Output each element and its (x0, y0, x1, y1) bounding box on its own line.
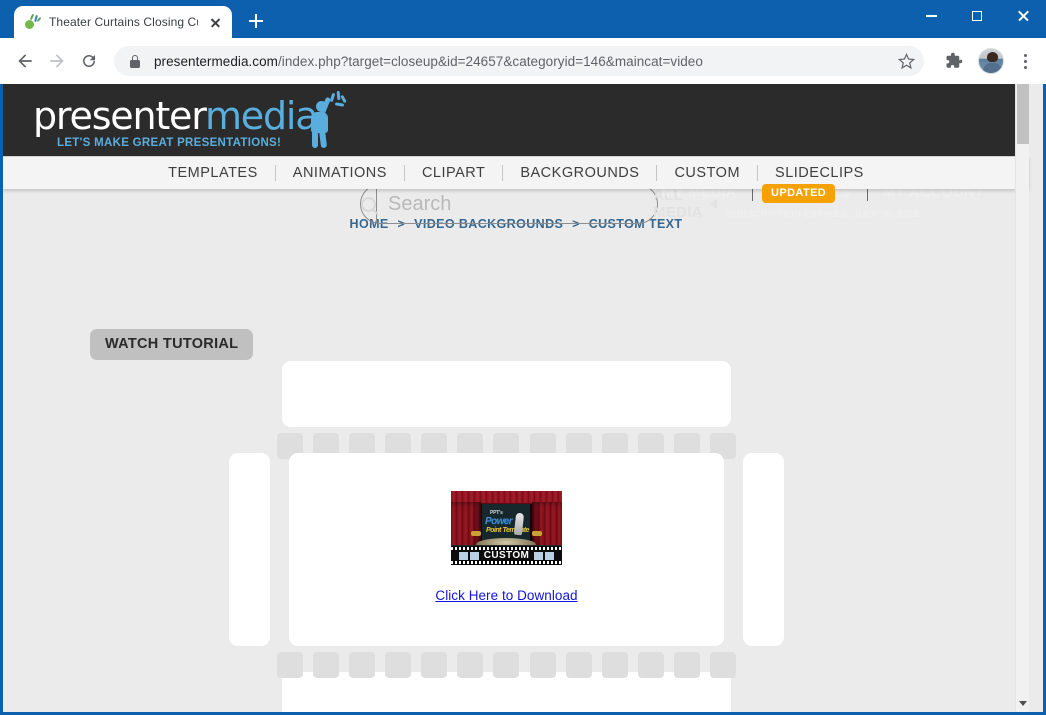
lock-icon (128, 54, 142, 68)
custom-badge-label: CUSTOM (483, 550, 530, 561)
filmstrip-container: PPT's Power Point Template CUSTOM Click … (229, 361, 784, 712)
filmstrip-panel-bottom (282, 672, 731, 712)
nav-item-backgrounds[interactable]: BACKGROUNDS (503, 165, 656, 181)
scrollbar-thumb[interactable] (1017, 84, 1029, 144)
download-panel: PPT's Power Point Template CUSTOM Click … (289, 453, 724, 646)
updated-badge: UPDATED (762, 184, 836, 203)
browser-tab[interactable]: Theater Curtains Closing Custom (14, 6, 232, 38)
tab-title: Theater Curtains Closing Custom (49, 15, 198, 29)
scroll-down-arrow-icon[interactable] (1016, 696, 1030, 710)
reload-icon[interactable] (74, 46, 104, 76)
download-link[interactable]: Click Here to Download (435, 588, 577, 603)
minimize-icon[interactable] (908, 0, 954, 32)
sprocket-row-top (277, 427, 736, 459)
browser-window: Theater Curtains Closing Custom presente… (0, 0, 1046, 715)
search-input[interactable] (377, 185, 653, 223)
site-header: presentermedia LET'S MAKE GREAT PRESENTA… (3, 84, 1029, 224)
search-icon[interactable] (361, 185, 377, 223)
logo-tagline: LET'S MAKE GREAT PRESENTATIONS! (57, 137, 282, 149)
filmstrip-middle-row: PPT's Power Point Template CUSTOM Click … (229, 453, 784, 646)
back-arrow-icon[interactable] (10, 46, 40, 76)
presenter-figure-icon (301, 90, 349, 149)
thumbnail-text-line2: Power (485, 516, 513, 527)
theater-curtains-thumbnail[interactable]: PPT's Power Point Template CUSTOM (451, 491, 562, 565)
subscription-status: SUBSCRIPTION EXPIRES: JULY 30, 2022 (726, 209, 920, 220)
main-navigation: TEMPLATES ANIMATIONS CLIPART BACKGROUNDS… (3, 156, 1029, 203)
filmstrip-panel-right (743, 453, 784, 646)
window-controls (908, 0, 1046, 32)
nav-item-custom[interactable]: CUSTOM (657, 165, 757, 181)
maximize-icon[interactable] (954, 0, 1000, 32)
avatar-icon[interactable] (978, 48, 1004, 74)
close-window-icon[interactable] (1000, 0, 1046, 32)
three-dot-menu-icon[interactable] (1012, 46, 1038, 76)
watch-tutorial-button[interactable]: WATCH TUTORIAL (90, 329, 254, 360)
browser-titlebar: Theater Curtains Closing Custom (0, 0, 1046, 38)
url-text: presentermedia.com/index.php?target=clos… (154, 53, 703, 69)
address-bar[interactable]: presentermedia.com/index.php?target=clos… (114, 46, 924, 76)
filmstrip-panel-top (282, 361, 731, 427)
forward-arrow-icon[interactable] (42, 46, 72, 76)
new-tab-button[interactable] (242, 7, 270, 35)
puzzle-piece-icon[interactable] (940, 47, 968, 75)
presentermedia-sparkle-icon (25, 13, 42, 30)
web-page: presentermedia LET'S MAKE GREAT PRESENTA… (3, 84, 1029, 712)
site-logo[interactable]: presentermedia LET'S MAKE GREAT PRESENTA… (33, 89, 347, 151)
nav-item-templates[interactable]: TEMPLATES (151, 165, 275, 181)
logo-wordmark: presentermedia (33, 94, 319, 138)
filmstrip-panel-left (229, 453, 270, 646)
star-icon[interactable] (892, 47, 920, 75)
custom-filmstrip-badge: CUSTOM (451, 545, 562, 565)
nav-item-clipart[interactable]: CLIPART (405, 165, 502, 181)
vertical-scrollbar[interactable] (1015, 84, 1029, 712)
search-box[interactable]: ALL MEDIA (360, 184, 717, 224)
browser-toolbar: presentermedia.com/index.php?target=clos… (0, 38, 1046, 84)
close-tab-icon[interactable] (206, 13, 224, 31)
page-viewport: presentermedia LET'S MAKE GREAT PRESENTA… (3, 84, 1043, 712)
tab-strip: Theater Curtains Closing Custom (0, 0, 270, 38)
sprocket-row-bottom (277, 646, 736, 678)
nav-item-animations[interactable]: ANIMATIONS (276, 165, 404, 181)
nav-item-slideclips[interactable]: SLIDECLIPS (758, 165, 881, 181)
